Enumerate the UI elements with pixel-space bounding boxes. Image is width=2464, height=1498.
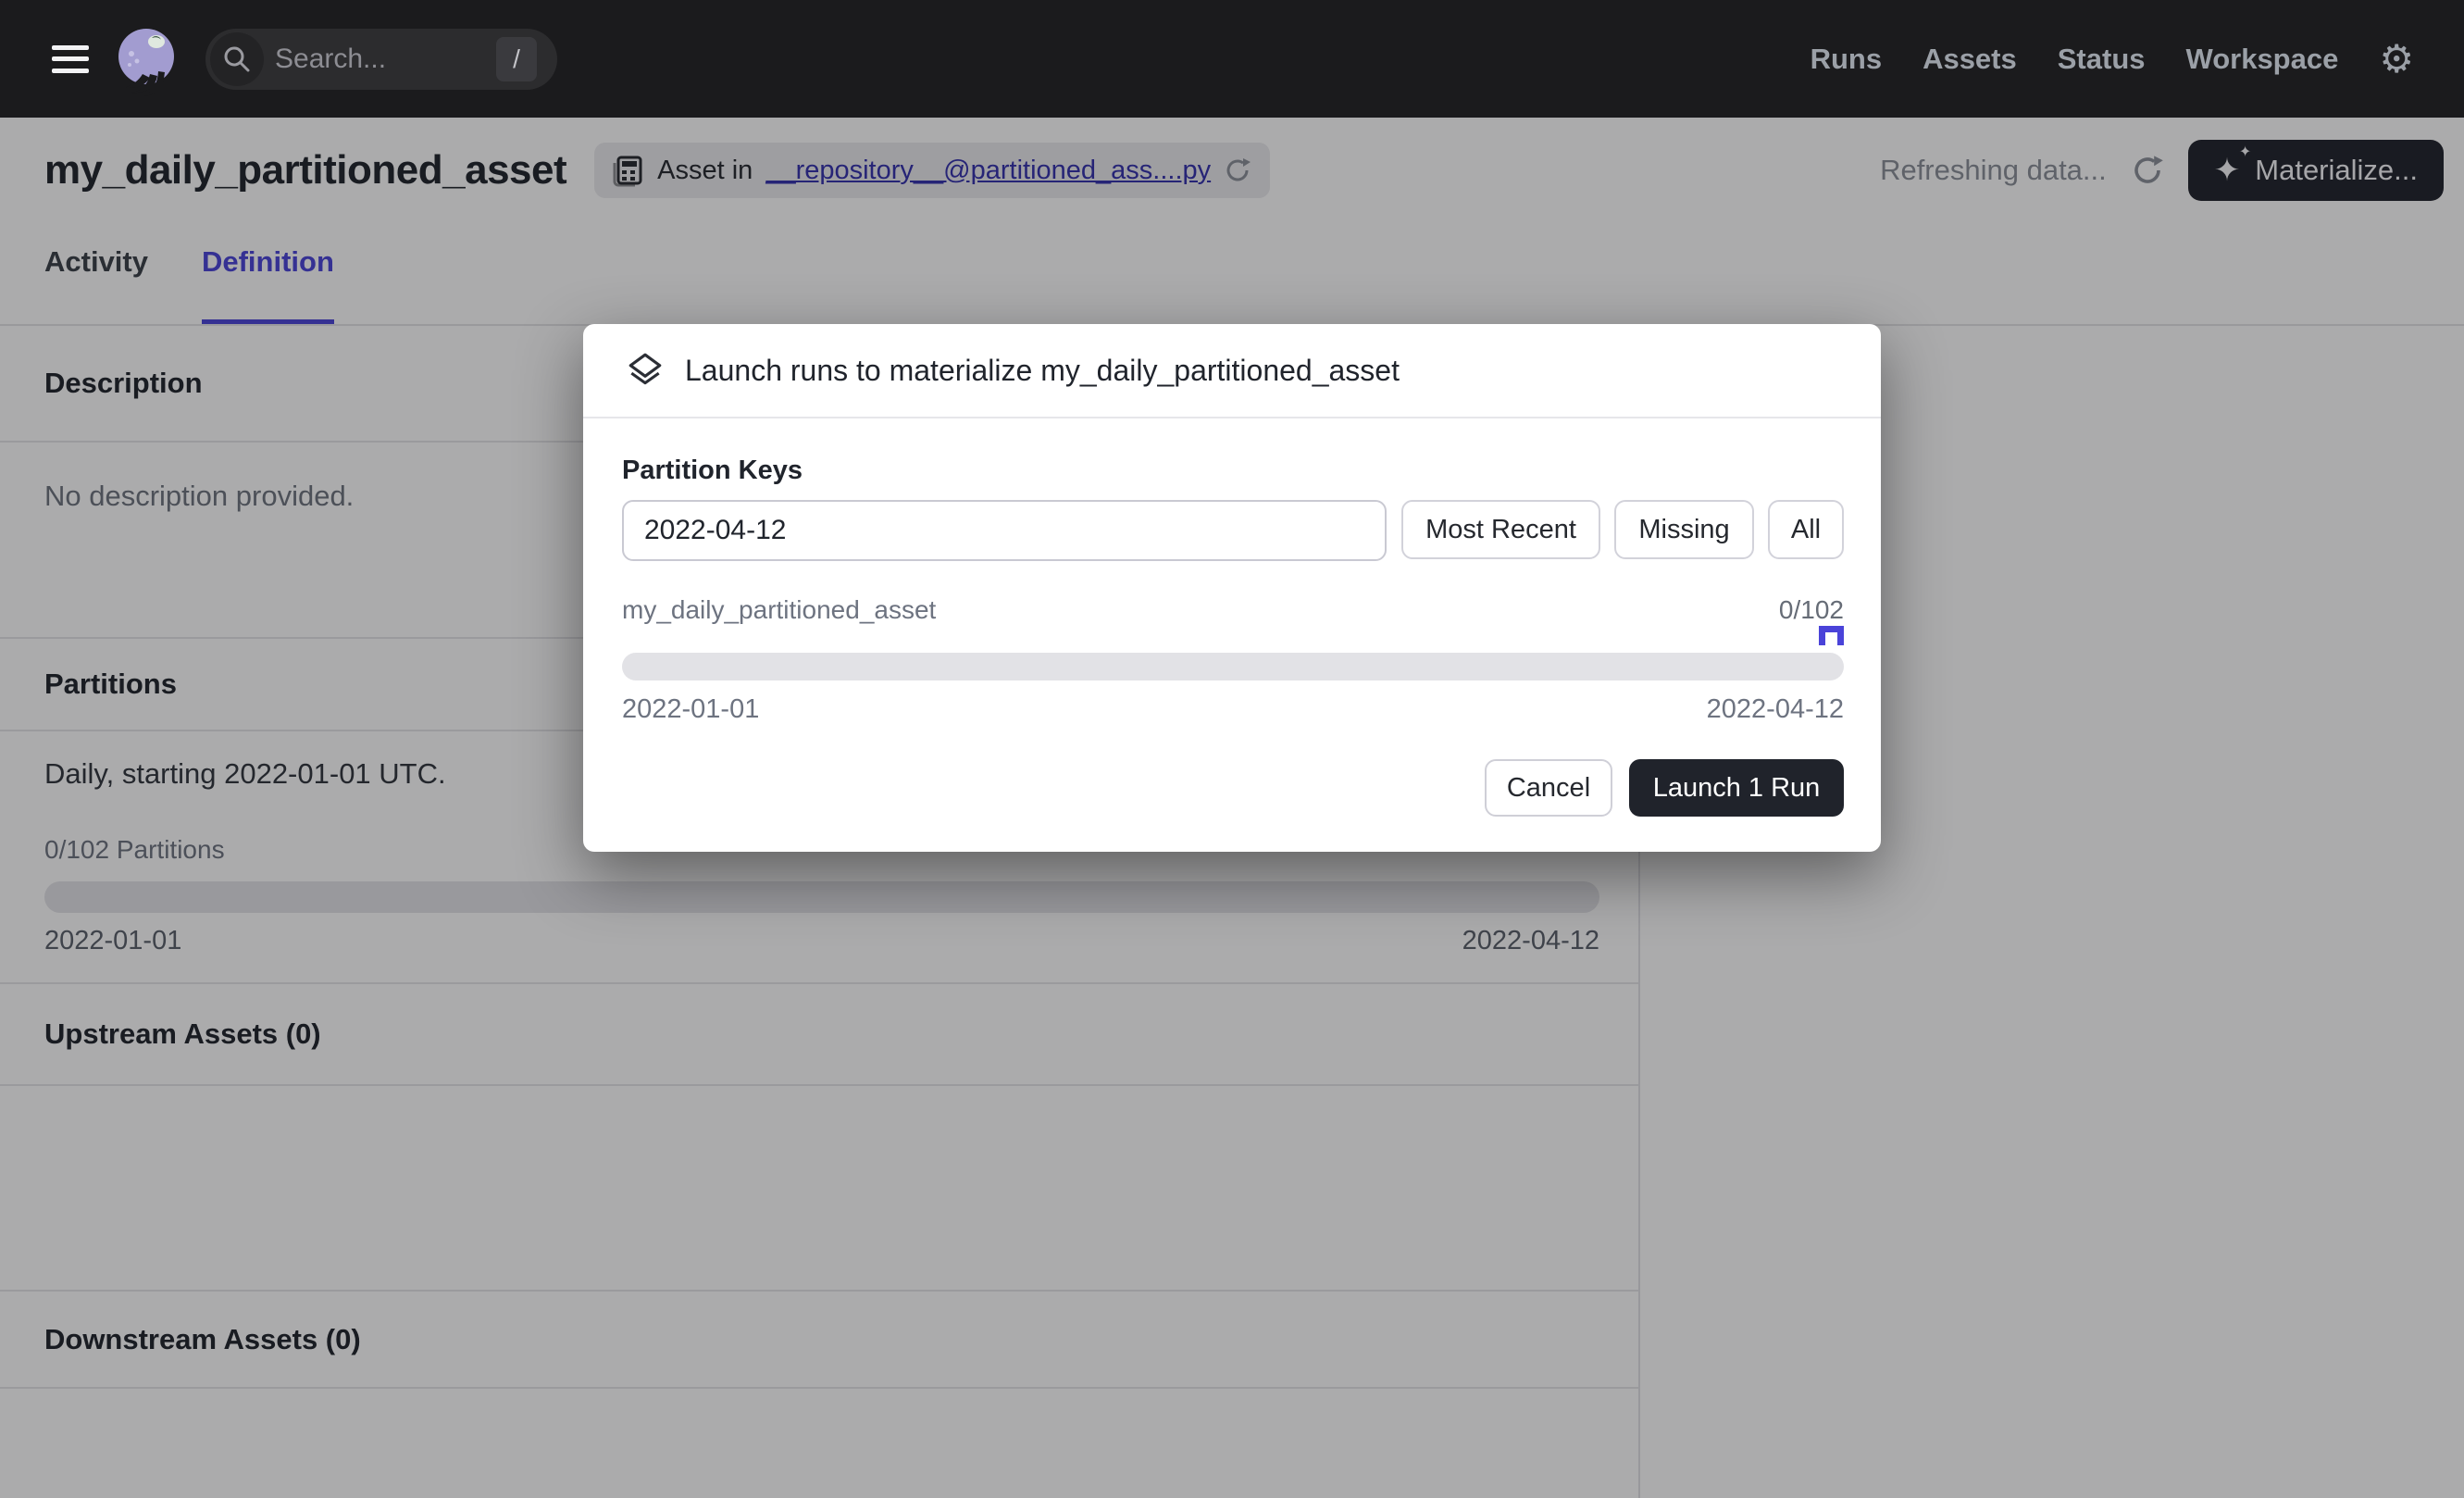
dialog-progress-count: 0/102 [1779, 595, 1844, 625]
most-recent-button[interactable]: Most Recent [1401, 500, 1600, 559]
search-input[interactable] [264, 44, 632, 75]
nav-link-runs[interactable]: Runs [1811, 43, 1883, 76]
dagster-app: / Runs Assets Status Workspace ⚙ my_dail… [0, 0, 2464, 1498]
nav-link-workspace[interactable]: Workspace [2186, 43, 2339, 76]
nav-links: Runs Assets Status Workspace ⚙ [1811, 40, 2464, 79]
cancel-button[interactable]: Cancel [1485, 759, 1612, 817]
partition-key-input[interactable] [622, 500, 1387, 561]
top-nav-bar: / Runs Assets Status Workspace ⚙ [0, 0, 2464, 118]
dialog-range-start: 2022-01-01 [622, 694, 759, 725]
partition-keys-label: Partition Keys [622, 456, 803, 486]
search-shortcut-badge: / [496, 37, 537, 81]
selected-partition-marker [1819, 626, 1844, 645]
all-button[interactable]: All [1768, 500, 1844, 559]
dialog-partition-bar[interactable] [622, 653, 1844, 680]
missing-button[interactable]: Missing [1614, 500, 1754, 559]
launch-runs-dialog: Launch runs to materialize my_daily_part… [583, 324, 1881, 852]
nav-link-assets[interactable]: Assets [1923, 43, 2017, 76]
dialog-title: Launch runs to materialize my_daily_part… [685, 354, 1400, 388]
search-icon [210, 32, 264, 86]
partition-key-controls: Most Recent Missing All [622, 500, 1844, 561]
partition-health-row: my_daily_partitioned_asset 0/102 [622, 595, 1844, 625]
gear-icon[interactable]: ⚙ [2379, 40, 2414, 79]
asset-layers-icon [626, 351, 665, 390]
launch-run-button[interactable]: Launch 1 Run [1629, 759, 1844, 817]
global-search: / [205, 29, 557, 90]
dialog-range-end: 2022-04-12 [1707, 694, 1844, 725]
hamburger-menu-icon[interactable] [52, 45, 89, 73]
dialog-asset-name: my_daily_partitioned_asset [622, 595, 936, 625]
nav-link-status[interactable]: Status [2058, 43, 2146, 76]
dialog-header: Launch runs to materialize my_daily_part… [583, 324, 1881, 418]
dagster-logo[interactable] [109, 22, 183, 96]
dialog-footer: Cancel Launch 1 Run [1485, 759, 1844, 817]
